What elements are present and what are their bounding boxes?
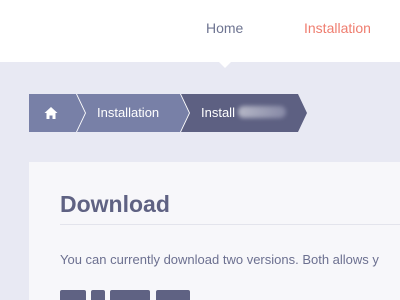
breadcrumb-installation[interactable]: Installation — [77, 94, 189, 132]
nav-home-link[interactable]: Home — [206, 19, 243, 37]
breadcrumb-home[interactable] — [29, 94, 85, 132]
intro-paragraph: You can currently download two versions.… — [60, 252, 379, 267]
top-navigation-bar: Home Installation — [0, 0, 400, 62]
title-divider — [60, 224, 400, 225]
next-heading-cutoff — [60, 290, 220, 300]
house-icon — [44, 107, 58, 119]
breadcrumb-installation-label: Installation — [97, 105, 160, 120]
section-title: Download — [60, 191, 170, 217]
breadcrumb-current[interactable]: Install — [181, 94, 307, 132]
nav-installation-link[interactable]: Installation — [304, 19, 371, 37]
content-card: Download You can currently download two … — [29, 162, 400, 300]
active-nav-pointer — [219, 62, 231, 68]
blurred-text — [237, 106, 286, 118]
breadcrumb-current-label: Install — [201, 94, 286, 132]
breadcrumb: Installation Install — [29, 94, 349, 132]
